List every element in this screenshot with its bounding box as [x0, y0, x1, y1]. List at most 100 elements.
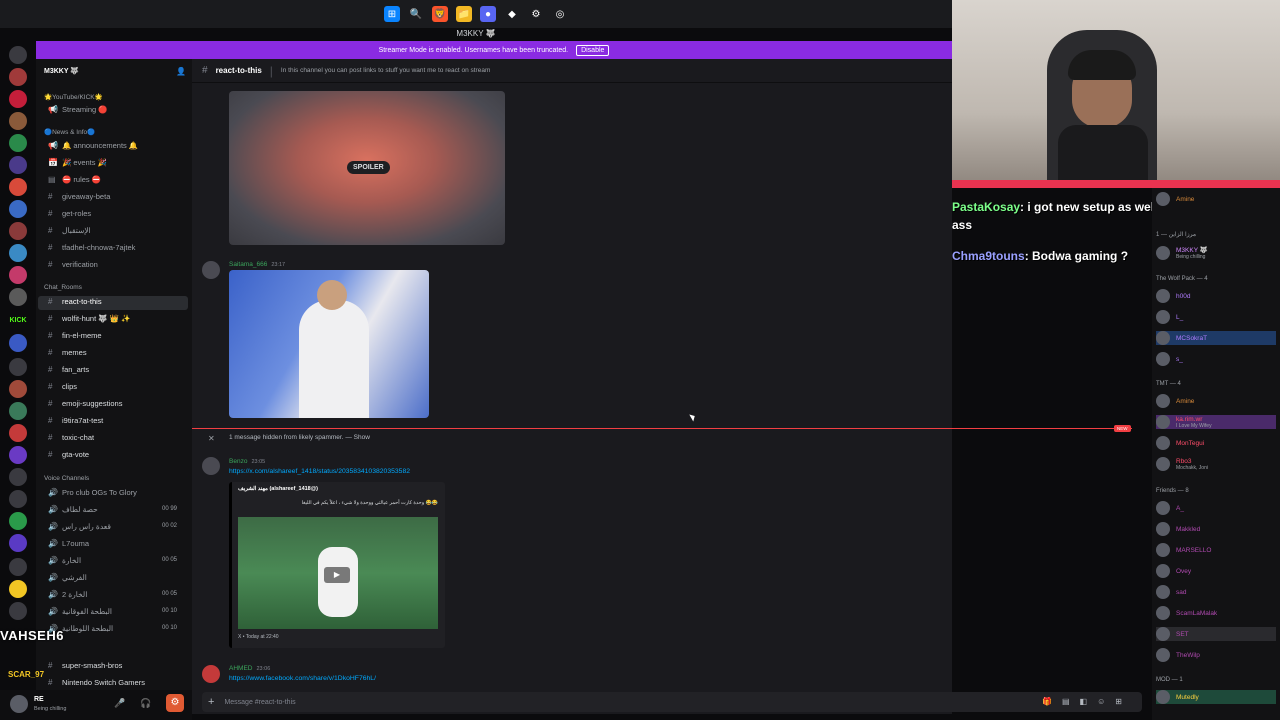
message-input-box[interactable]: + Message #react-to-this — [202, 692, 1142, 712]
channel-nintendo-switch[interactable]: # Nintendo Switch Gamers — [48, 678, 145, 687]
server-icon[interactable] — [9, 90, 27, 108]
channel-memes[interactable]: # memes — [48, 348, 87, 357]
server-icon[interactable] — [9, 200, 27, 218]
kick-server-icon[interactable]: KICK — [9, 312, 27, 330]
brave-browser-icon[interactable]: 🦁 — [432, 6, 448, 22]
channel-rules[interactable]: ▤ ⛔ rules ⛔ — [48, 175, 101, 184]
channel-gta-vote[interactable]: # gta-vote — [48, 450, 89, 459]
server-icon[interactable] — [9, 244, 27, 262]
spoiler-image[interactable]: SPOILER — [229, 91, 505, 245]
channel-super-smash-bros[interactable]: # super-smash-bros — [48, 661, 122, 670]
discord-icon[interactable]: ● — [480, 6, 496, 22]
obs-icon[interactable]: ◎ — [552, 6, 568, 22]
member-row[interactable]: h00d — [1156, 289, 1190, 303]
server-icon[interactable] — [9, 512, 27, 530]
add-friend-icon[interactable]: 👤 — [176, 67, 186, 76]
category-chat-rooms[interactable]: Chat_Rooms — [44, 284, 82, 291]
close-icon[interactable]: ✕ — [208, 434, 215, 443]
server-icon[interactable] — [9, 424, 27, 442]
member-row[interactable]: L_ — [1156, 310, 1183, 324]
voice-channel[interactable]: 🔊 الفرشي — [48, 573, 87, 582]
avatar[interactable] — [202, 261, 220, 279]
avatar[interactable] — [202, 457, 220, 475]
server-icon[interactable] — [9, 534, 27, 552]
disable-streamer-mode-button[interactable]: Disable — [576, 44, 610, 56]
gift-icon[interactable]: 🎁 — [1042, 697, 1052, 706]
message-input[interactable]: Message #react-to-this — [224, 699, 295, 706]
server-icon[interactable] — [9, 402, 27, 420]
voice-channel[interactable]: 🔊 الخارة — [48, 556, 81, 565]
member-row[interactable]: Rbo3 Mochakk, Joni — [1156, 457, 1208, 471]
server-icon[interactable] — [9, 468, 27, 486]
member-row[interactable]: MCSokraT — [1156, 331, 1276, 345]
app-icon[interactable]: ◆ — [504, 6, 520, 22]
server-icon[interactable] — [9, 602, 27, 620]
server-icon[interactable] — [9, 156, 27, 174]
avatar[interactable] — [10, 695, 28, 713]
channel-emoji-suggestions[interactable]: # emoji-suggestions — [48, 399, 122, 408]
avatar[interactable] — [202, 665, 220, 683]
gif-icon[interactable]: ▤ — [1062, 697, 1070, 706]
embed-video[interactable]: ▶ — [238, 517, 438, 629]
member-row[interactable]: s_ — [1156, 352, 1183, 366]
headphones-icon[interactable]: 🎧 — [140, 698, 151, 709]
server-icon[interactable] — [9, 222, 27, 240]
server-icon[interactable] — [9, 558, 27, 576]
member-row[interactable]: Makkled — [1156, 522, 1200, 536]
member-row[interactable]: ka.rim.wr I Love My Wifey — [1156, 415, 1276, 429]
server-icon[interactable] — [9, 178, 27, 196]
member-row[interactable]: MARSELLO — [1156, 543, 1211, 557]
category-news-info[interactable]: 🔵News & Info🔵 — [44, 128, 95, 136]
member-row[interactable]: TheWilp — [1156, 648, 1200, 662]
channel-i9tira7at-test[interactable]: # i9tira7at-test — [48, 416, 103, 425]
channel-giveaway-beta[interactable]: # giveaway-beta — [48, 192, 110, 201]
channel-istiqbal[interactable]: # الإستقبال — [48, 226, 91, 235]
member-row[interactable]: ScamLaMalak — [1156, 606, 1217, 620]
channel-events[interactable]: 📅 🎉 events 🎉 — [48, 158, 107, 167]
add-attachment-icon[interactable]: + — [208, 696, 214, 708]
steam-icon[interactable]: ⚙ — [528, 6, 544, 22]
member-row[interactable]: SET — [1156, 627, 1276, 641]
server-icon[interactable] — [9, 334, 27, 352]
show-hidden-link[interactable]: — Show — [344, 434, 370, 441]
member-row[interactable]: A_ — [1156, 501, 1184, 515]
voice-channel[interactable]: 🔊 الخارة 2 — [48, 590, 87, 599]
member-row[interactable]: Amine — [1156, 394, 1194, 408]
member-row[interactable]: MonTegui — [1156, 436, 1204, 450]
video-attachment[interactable] — [229, 270, 429, 418]
server-icon[interactable] — [9, 134, 27, 152]
voice-channel[interactable]: 🔊 L7ouma — [48, 539, 89, 548]
channel-streaming[interactable]: 📢 Streaming 🔴 — [48, 105, 108, 114]
voice-channel[interactable]: 🔊 البطحة الفوقانية — [48, 607, 112, 616]
message-author[interactable]: AHMED — [229, 665, 252, 672]
server-icon[interactable] — [9, 288, 27, 306]
settings-gear-icon[interactable]: ⚙ — [166, 694, 184, 712]
windows-start-icon[interactable]: ⊞ — [384, 6, 400, 22]
channel-tfadhel[interactable]: # tfadhel-chnowa-7ajtek — [48, 243, 135, 252]
search-icon[interactable]: 🔍 — [408, 6, 424, 22]
file-explorer-icon[interactable]: 📁 — [456, 6, 472, 22]
server-icon[interactable] — [9, 266, 27, 284]
voice-channel[interactable]: 🔊 قعدة راس راس — [48, 522, 111, 531]
server-icon[interactable] — [9, 490, 27, 508]
voice-channel[interactable]: 🔊 حصة لطاف — [48, 505, 98, 514]
message-author[interactable]: Benzo — [229, 458, 247, 465]
category-youtube-kick[interactable]: 🌟YouTube/KICK🌟 — [44, 93, 103, 101]
server-icon[interactable] — [9, 580, 27, 598]
server-icon[interactable] — [9, 112, 27, 130]
category-voice-channels[interactable]: Voice Channels — [44, 475, 89, 482]
channel-clips[interactable]: # clips — [48, 382, 77, 391]
channel-announcements[interactable]: 📢 🔔 announcements 🔔 — [48, 141, 138, 150]
member-row[interactable]: Amine — [1156, 192, 1194, 206]
message-link[interactable]: https://x.com/alshareef_1418/status/2035… — [229, 468, 410, 475]
emoji-icon[interactable]: ☺ — [1097, 697, 1105, 706]
member-row[interactable]: Mutedly — [1156, 690, 1276, 704]
member-row[interactable]: M3KKY 🐺 Being chilling — [1156, 246, 1208, 260]
server-icon[interactable] — [9, 68, 27, 86]
microphone-icon[interactable]: 🎤 — [114, 698, 125, 709]
channel-fan-arts[interactable]: # fan_arts — [48, 365, 89, 374]
voice-channel[interactable]: 🔊 Pro club OGs To Glory — [48, 488, 137, 497]
embed-author[interactable]: مهند الشريف (alshareef_1418@) — [238, 486, 318, 492]
sticker-icon[interactable]: ◧ — [1080, 697, 1088, 706]
server-icon[interactable] — [9, 358, 27, 376]
